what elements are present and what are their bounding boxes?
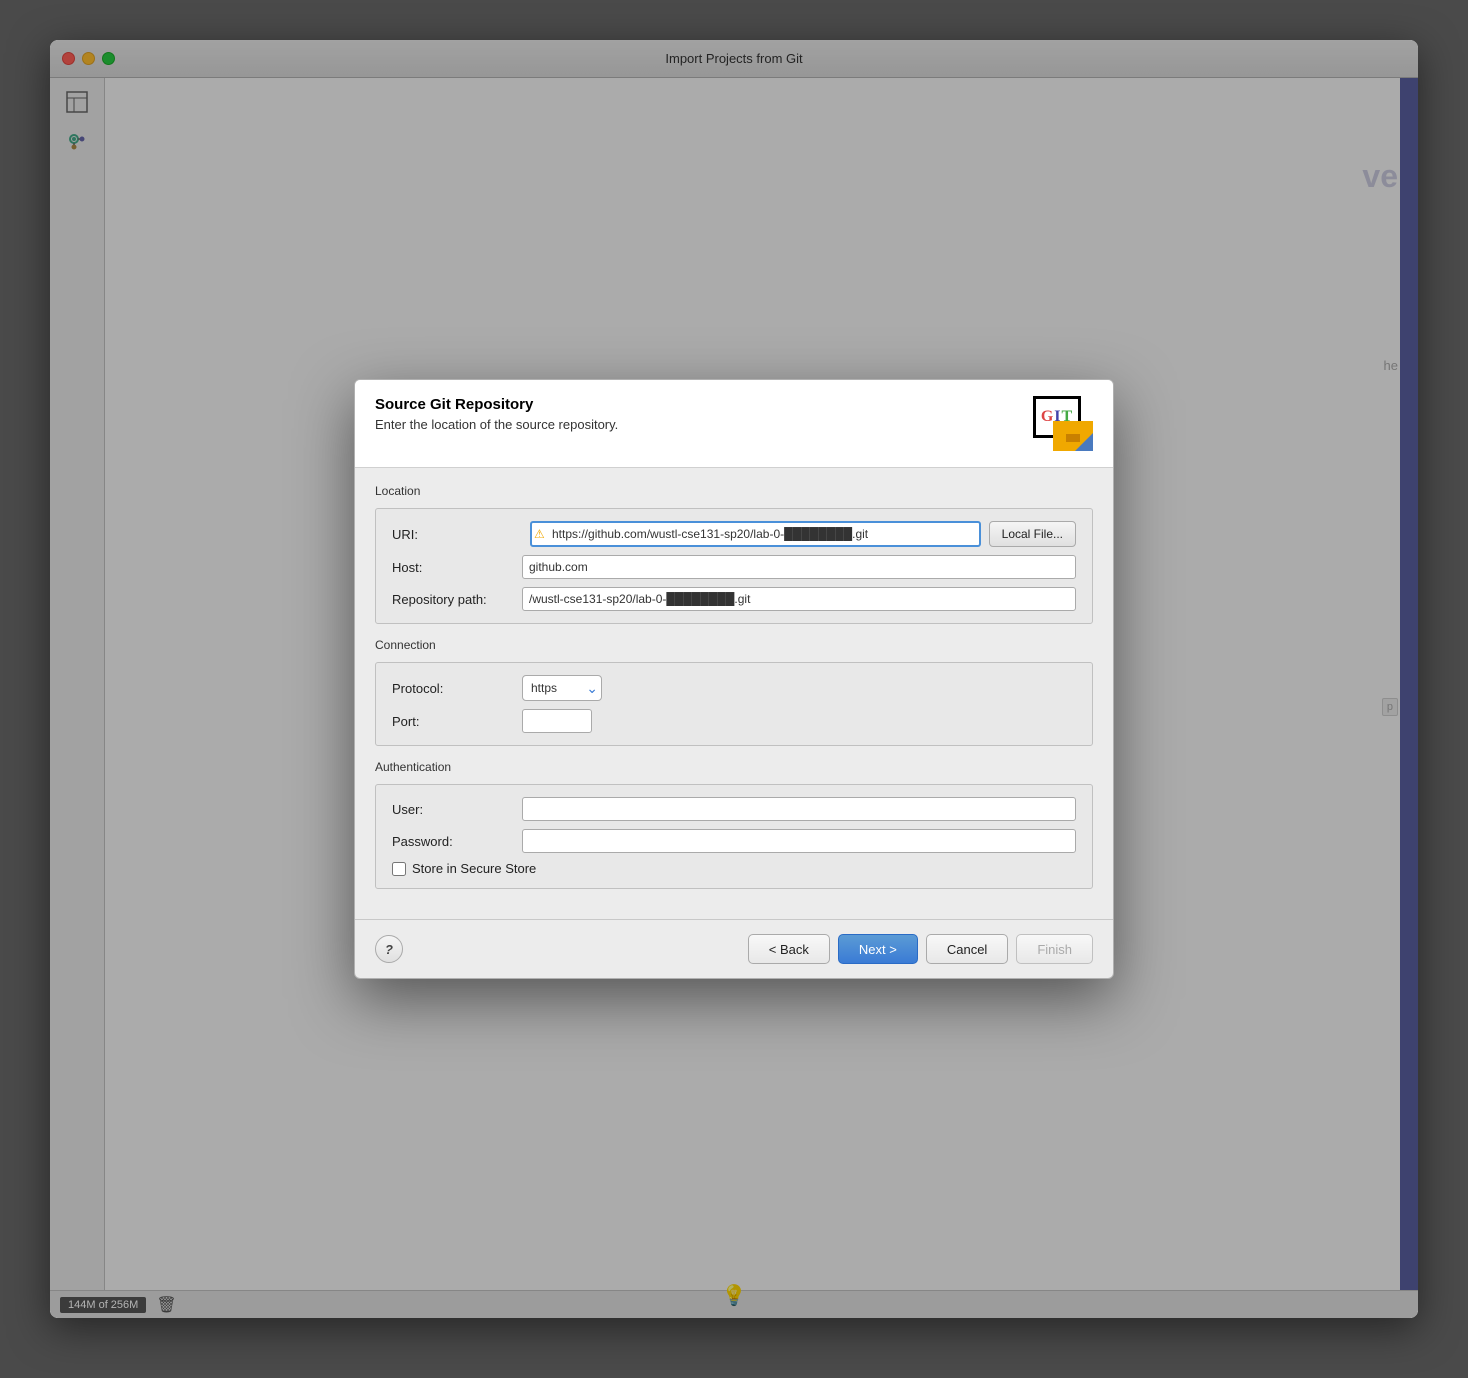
dialog-header: Source Git Repository Enter the location… <box>355 380 1113 468</box>
uri-input[interactable] <box>530 521 981 547</box>
connection-group: Protocol: https http git ssh ⌄ <box>375 662 1093 746</box>
dialog-title: Source Git Repository <box>375 396 1033 413</box>
next-button[interactable]: Next > <box>838 934 918 964</box>
desktop: Import Projects from Git <box>0 0 1468 1378</box>
git-icon: GIT <box>1033 396 1093 451</box>
user-row: User: <box>392 797 1076 821</box>
dialog-header-text: Source Git Repository Enter the location… <box>375 396 1033 432</box>
connection-section-label: Connection <box>375 638 1093 652</box>
import-git-dialog: Source Git Repository Enter the location… <box>354 379 1114 979</box>
dialog-subtitle: Enter the location of the source reposit… <box>375 417 1033 432</box>
dialog-footer: ? < Back Next > Cancel Finish <box>355 919 1113 978</box>
location-group: URI: ⚠ Local File... Host: <box>375 508 1093 624</box>
host-input[interactable] <box>522 555 1076 579</box>
protocol-select[interactable]: https http git ssh <box>522 675 602 701</box>
uri-label: URI: <box>392 527 522 542</box>
password-label: Password: <box>392 834 522 849</box>
password-input[interactable] <box>522 829 1076 853</box>
help-button[interactable]: ? <box>375 935 403 963</box>
port-input[interactable] <box>522 709 592 733</box>
cancel-button[interactable]: Cancel <box>926 934 1008 964</box>
protocol-select-wrapper: https http git ssh ⌄ <box>522 675 602 701</box>
host-row: Host: <box>392 555 1076 579</box>
dialog-overlay: Source Git Repository Enter the location… <box>50 40 1418 1318</box>
dialog-body: Location URI: ⚠ Local File... <box>355 468 1113 919</box>
repo-path-input[interactable] <box>522 587 1076 611</box>
secure-store-label: Store in Secure Store <box>412 861 536 876</box>
host-label: Host: <box>392 560 522 575</box>
finish-button: Finish <box>1016 934 1093 964</box>
secure-store-row: Store in Secure Store <box>392 861 1076 876</box>
repo-path-label: Repository path: <box>392 592 522 607</box>
port-row: Port: <box>392 709 1076 733</box>
authentication-section-label: Authentication <box>375 760 1093 774</box>
port-label: Port: <box>392 714 522 729</box>
uri-input-wrapper: ⚠ <box>530 521 981 547</box>
protocol-label: Protocol: <box>392 681 522 696</box>
local-file-button[interactable]: Local File... <box>989 521 1076 547</box>
password-row: Password: <box>392 829 1076 853</box>
protocol-row: Protocol: https http git ssh ⌄ <box>392 675 1076 701</box>
secure-store-checkbox[interactable] <box>392 862 406 876</box>
authentication-group: User: Password: Store in Secure Store <box>375 784 1093 889</box>
repo-path-row: Repository path: <box>392 587 1076 611</box>
user-label: User: <box>392 802 522 817</box>
location-section-label: Location <box>375 484 1093 498</box>
uri-row: URI: ⚠ Local File... <box>392 521 1076 547</box>
user-input[interactable] <box>522 797 1076 821</box>
uri-warning-icon: ⚠ <box>534 527 545 541</box>
ide-window: Import Projects from Git <box>50 40 1418 1318</box>
back-button[interactable]: < Back <box>748 934 830 964</box>
